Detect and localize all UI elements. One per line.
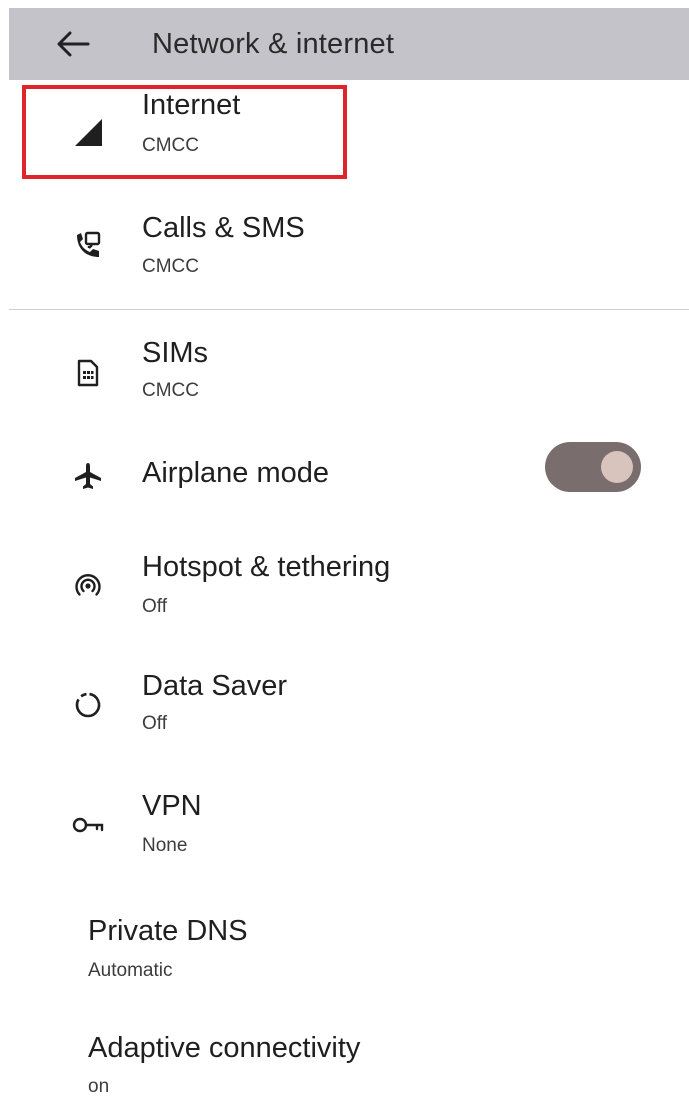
data-saver-subtitle: Off [142,713,167,734]
adaptive-connectivity-item[interactable]: Adaptive connectivity on [0,1022,689,1097]
arrow-back-icon [57,31,90,57]
sims-item[interactable]: SIMs CMCC [0,325,689,425]
private-dns-subtitle: Automatic [88,960,173,981]
calls-sms-item[interactable]: Calls & SMS CMCC [0,200,689,300]
private-dns-title: Private DNS [88,915,248,947]
vpn-title: VPN [142,790,202,822]
sims-title: SIMs [142,337,209,369]
signal-icon [66,110,110,154]
top-app-bar: Network & internet [9,8,689,80]
hotspot-title: Hotspot & tethering [142,551,391,583]
internet-subtitle: CMCC [142,135,199,156]
airplane-mode-toggle[interactable] [545,442,641,492]
airplane-mode-title: Airplane mode [142,457,329,489]
data-saver-title: Data Saver [142,670,288,702]
section-divider [9,309,689,310]
calls-sms-subtitle: CMCC [142,256,199,277]
private-dns-item[interactable]: Private DNS Automatic [0,905,689,1005]
data-saver-icon [66,683,110,727]
hotspot-subtitle: Off [142,596,167,617]
data-saver-item[interactable]: Data Saver Off [0,660,689,760]
airplane-icon [66,454,110,498]
toggle-knob [601,451,633,483]
internet-title: Internet [142,89,241,121]
calls-sms-title: Calls & SMS [142,212,305,244]
internet-item[interactable]: Internet CMCC [0,82,689,188]
hotspot-icon [66,564,110,608]
vpn-subtitle: None [142,835,188,856]
adaptive-connectivity-title: Adaptive connectivity [88,1032,361,1064]
hotspot-item[interactable]: Hotspot & tethering Off [0,540,689,640]
vpn-item[interactable]: VPN None [0,780,689,880]
sim-card-icon [66,351,110,395]
calls-sms-icon [66,224,110,268]
vpn-key-icon [66,803,110,847]
page-title: Network & internet [152,28,395,60]
back-button[interactable] [49,20,97,68]
sims-subtitle: CMCC [142,380,199,401]
